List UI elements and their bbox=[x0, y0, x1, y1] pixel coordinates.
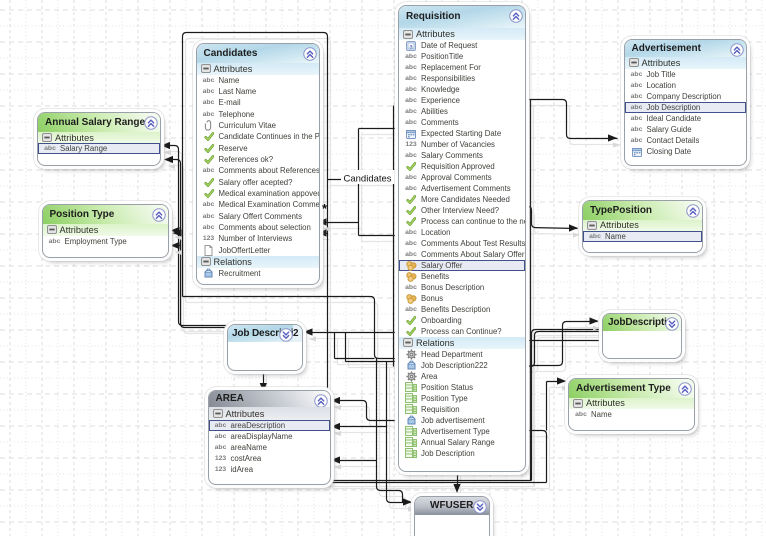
svg-text:Candidates: Candidates bbox=[344, 174, 392, 185]
